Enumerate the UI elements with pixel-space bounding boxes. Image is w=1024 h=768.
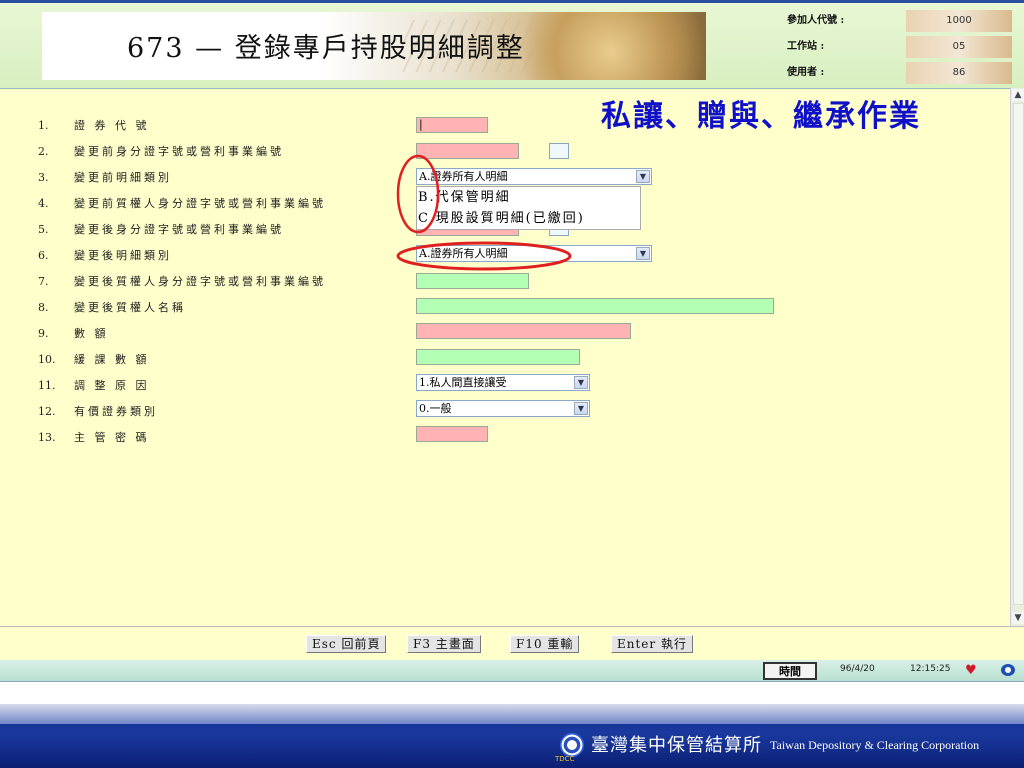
- overlay-caption: 私讓、贈與、繼承作業: [601, 99, 921, 134]
- footer-gradient-band: [0, 704, 1024, 724]
- scroll-up-icon[interactable]: ▲: [1012, 89, 1024, 101]
- f10-reset-button[interactable]: F10 重輸: [510, 635, 580, 653]
- status-time: 12:15:25: [910, 664, 951, 674]
- annotation-circle: [396, 154, 440, 234]
- blank-strip: [0, 682, 1024, 704]
- function-key-bar: Esc 回前頁 F3 主畫面 F10 重輸 Enter 執行: [0, 626, 1024, 660]
- heart-icon[interactable]: ♥: [965, 663, 977, 679]
- enter-execute-button[interactable]: Enter 執行: [611, 635, 693, 653]
- tdcc-logo-icon: [560, 733, 584, 757]
- status-date: 96/4/20: [840, 664, 875, 674]
- company-name-en: Taiwan Depository & Clearing Corporation: [770, 738, 980, 752]
- status-bar: 時間 96/4/20 12:15:25 ♥: [0, 660, 1024, 682]
- scroll-thumb[interactable]: [1013, 103, 1024, 605]
- company-name-cn: 臺灣集中保管結算所: [591, 735, 762, 756]
- f3-main-button[interactable]: F3 主畫面: [407, 635, 481, 653]
- logo-text: TDCC: [555, 755, 575, 763]
- vertical-scrollbar[interactable]: ▲ ▼: [1010, 88, 1024, 626]
- time-button[interactable]: 時間: [763, 662, 817, 680]
- annotation-ellipse: [396, 241, 572, 271]
- esc-back-button[interactable]: Esc 回前頁: [306, 635, 387, 653]
- browser-icon[interactable]: [1001, 664, 1015, 676]
- scroll-down-icon[interactable]: ▼: [1012, 612, 1024, 624]
